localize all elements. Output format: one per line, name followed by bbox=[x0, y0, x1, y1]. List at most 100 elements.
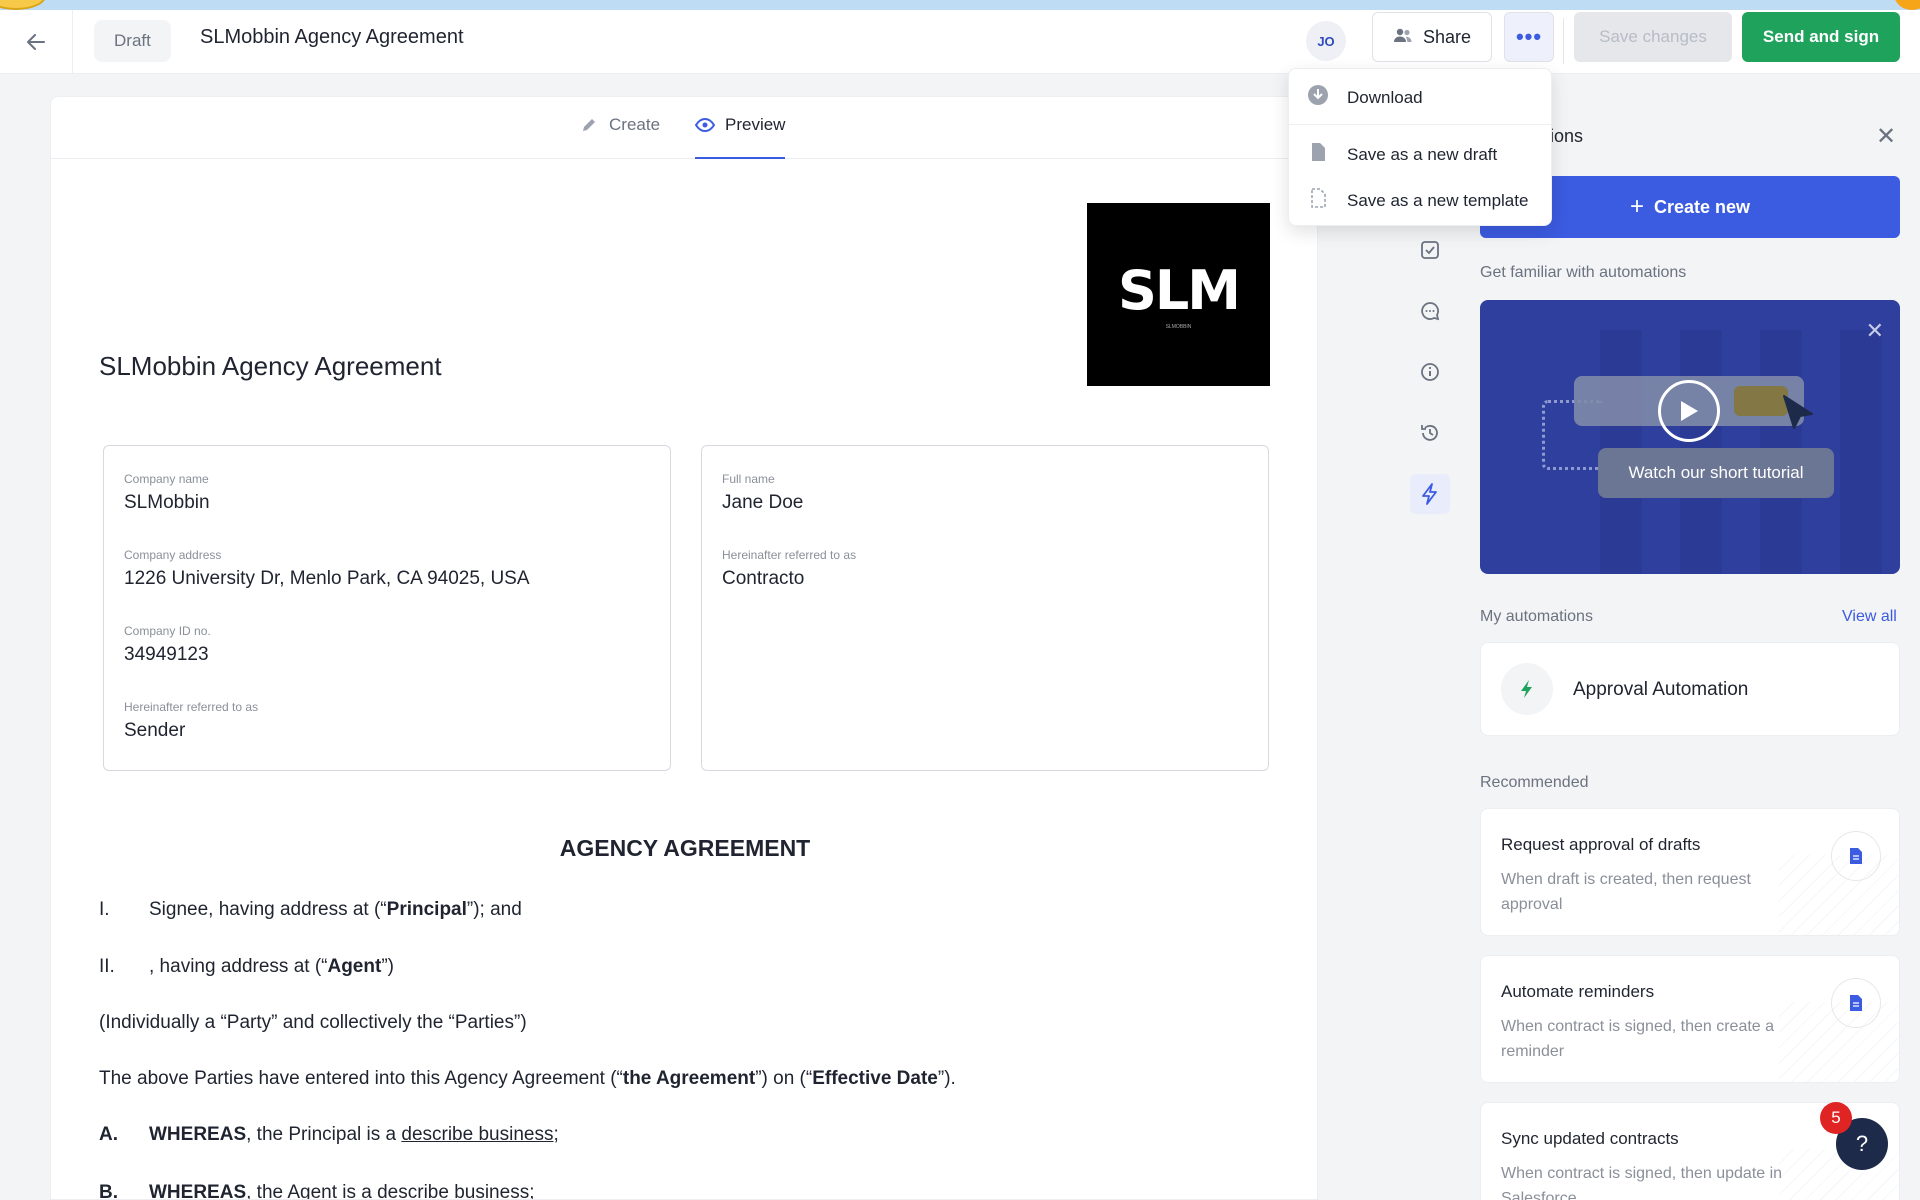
document-canvas: Create Preview SLM SLMOBBIN SLMobbin Age… bbox=[50, 96, 1318, 1200]
back-arrow-icon[interactable] bbox=[20, 26, 52, 58]
top-header: Draft SLMobbin Agency Agreement JO Share… bbox=[0, 10, 1920, 74]
tab-preview[interactable]: Preview bbox=[695, 115, 786, 159]
full-name-field: Full name Jane Doe bbox=[722, 472, 803, 514]
field-value: SLMobbin bbox=[124, 492, 210, 513]
more-options-menu: Download Save as a new draft Save as a n… bbox=[1288, 68, 1552, 226]
menu-divider bbox=[1289, 124, 1551, 125]
logo-subtext: SLMOBBIN bbox=[1165, 324, 1192, 330]
tasks-check-icon[interactable] bbox=[1410, 230, 1450, 270]
tab-create-label: Create bbox=[609, 115, 661, 134]
menu-item-label: Download bbox=[1347, 87, 1423, 107]
share-button[interactable]: Share bbox=[1372, 12, 1492, 62]
eye-icon bbox=[695, 115, 715, 135]
save-changes-button[interactable]: Save changes bbox=[1574, 12, 1732, 62]
recommended-title: Request approval of drafts bbox=[1501, 835, 1701, 854]
document-icon bbox=[1831, 978, 1881, 1028]
field-value: Contracto bbox=[722, 568, 805, 589]
side-rail bbox=[1400, 74, 1460, 1200]
clause-i: I. Signee, having address at (“Principal”… bbox=[99, 899, 522, 920]
agreement-title: AGENCY AGREEMENT bbox=[559, 835, 811, 861]
recipient-referred-field: Hereinafter referred to as Contracto bbox=[722, 548, 856, 590]
panel-title: ions bbox=[1550, 126, 1584, 146]
field-label: Company name bbox=[124, 472, 209, 486]
recipient-party-card[interactable]: Full name Jane Doe Hereinafter referred … bbox=[701, 445, 1269, 771]
video-caption: Watch our short tutorial bbox=[1598, 448, 1834, 498]
draft-status-badge: Draft bbox=[94, 20, 171, 62]
view-all-link[interactable]: View all bbox=[1842, 608, 1897, 626]
company-logo: SLM SLMOBBIN bbox=[1087, 203, 1270, 386]
recommended-label: Recommended bbox=[1480, 774, 1589, 791]
template-icon bbox=[1307, 187, 1329, 214]
tab-preview-label: Preview bbox=[725, 115, 786, 134]
recommended-card[interactable]: Request approval of drafts When draft is… bbox=[1480, 808, 1900, 936]
top-banner-strip bbox=[0, 0, 1920, 10]
recommended-desc: When contract is signed, then update in … bbox=[1501, 1165, 1783, 1200]
describe-business-link[interactable]: describe business bbox=[401, 1124, 553, 1145]
more-options-button[interactable]: ••• bbox=[1504, 12, 1554, 62]
close-video-icon[interactable]: ✕ bbox=[1866, 318, 1884, 344]
users-icon bbox=[1393, 27, 1413, 48]
decorative-blob bbox=[0, 0, 46, 10]
menu-item-label: Save as a new template bbox=[1347, 190, 1529, 210]
user-avatar[interactable]: JO bbox=[1306, 21, 1346, 61]
tutorial-video[interactable]: ✕ Watch our short tutorial bbox=[1480, 300, 1900, 574]
share-label: Share bbox=[1422, 26, 1472, 47]
history-icon[interactable] bbox=[1410, 413, 1450, 453]
automations-bolt-icon[interactable] bbox=[1410, 474, 1450, 514]
recommended-desc: When draft is created, then request appr… bbox=[1501, 871, 1751, 913]
clause-ii: II., having address at (“Agent”) bbox=[99, 956, 394, 977]
field-value: Sender bbox=[124, 720, 186, 741]
field-value: 1226 University Dr, Menlo Park, CA 94025… bbox=[124, 568, 530, 589]
tab-create[interactable]: Create bbox=[579, 115, 660, 159]
plus-icon: + bbox=[1629, 193, 1644, 220]
whereas-a: A. WHEREAS, the Principal is a describe b… bbox=[99, 1124, 559, 1145]
field-label: Hereinafter referred to as bbox=[124, 700, 259, 714]
mode-tabs: Create Preview bbox=[51, 97, 1317, 159]
company-id-field: Company ID no. 34949123 bbox=[124, 624, 211, 666]
parties-definition: (Individually a “Party” and collectively… bbox=[99, 1012, 527, 1033]
menu-item-save-draft[interactable]: Save as a new draft bbox=[1307, 141, 1497, 168]
sender-party-card[interactable]: Company name SLMobbin Company address 12… bbox=[103, 445, 671, 771]
play-icon[interactable] bbox=[1658, 380, 1720, 442]
automation-card[interactable]: Approval Automation bbox=[1480, 642, 1900, 736]
cursor-icon bbox=[1782, 394, 1816, 439]
close-icon[interactable]: ✕ bbox=[1872, 122, 1900, 150]
header-divider bbox=[72, 10, 73, 74]
field-value: 34949123 bbox=[124, 644, 209, 665]
download-icon bbox=[1307, 84, 1329, 111]
automations-panel: ions ✕ + Create new Get familiar with au… bbox=[1460, 74, 1920, 1200]
recommended-title: Automate reminders bbox=[1501, 982, 1655, 1001]
info-icon[interactable] bbox=[1410, 352, 1450, 392]
field-label: Full name bbox=[722, 472, 775, 486]
comments-icon[interactable] bbox=[1410, 291, 1450, 331]
header-divider bbox=[1563, 18, 1564, 64]
menu-item-save-template[interactable]: Save as a new template bbox=[1307, 187, 1528, 214]
whereas-b: B. WHEREAS, the Agent is a describe busin… bbox=[99, 1182, 534, 1199]
logo-text: SLM bbox=[1117, 259, 1241, 322]
agreement-intro: The above Parties have entered into this… bbox=[99, 1068, 956, 1089]
recommended-desc: When contract is signed, then create a r… bbox=[1501, 1018, 1775, 1060]
sender-referred-field: Hereinafter referred to as Sender bbox=[124, 700, 258, 742]
field-label: Hereinafter referred to as bbox=[722, 548, 857, 562]
menu-item-download[interactable]: Download bbox=[1307, 84, 1423, 111]
familiar-label: Get familiar with automations bbox=[1480, 264, 1687, 281]
recommended-card[interactable]: Automate reminders When contract is sign… bbox=[1480, 955, 1900, 1083]
field-label: Company address bbox=[124, 548, 222, 562]
recommended-title: Sync updated contracts bbox=[1501, 1129, 1679, 1148]
describe-business-link[interactable]: describe business bbox=[377, 1182, 529, 1199]
document-title[interactable]: SLMobbin Agency Agreement bbox=[200, 26, 464, 49]
my-automations-label: My automations bbox=[1480, 608, 1593, 625]
video-decoration bbox=[1840, 330, 1882, 574]
notification-badge: 5 bbox=[1820, 1102, 1852, 1134]
automation-name: Approval Automation bbox=[1573, 679, 1749, 700]
send-and-sign-button[interactable]: Send and sign bbox=[1742, 12, 1900, 62]
document-icon bbox=[1831, 831, 1881, 881]
field-label: Company ID no. bbox=[124, 624, 211, 638]
menu-item-label: Save as a new draft bbox=[1347, 144, 1498, 164]
pencil-icon bbox=[579, 115, 599, 135]
document-heading: SLMobbin Agency Agreement bbox=[99, 351, 442, 381]
file-icon bbox=[1307, 141, 1329, 168]
company-address-field: Company address 1226 University Dr, Menl… bbox=[124, 548, 530, 590]
bolt-icon bbox=[1501, 663, 1553, 715]
create-new-label: Create new bbox=[1653, 196, 1751, 217]
